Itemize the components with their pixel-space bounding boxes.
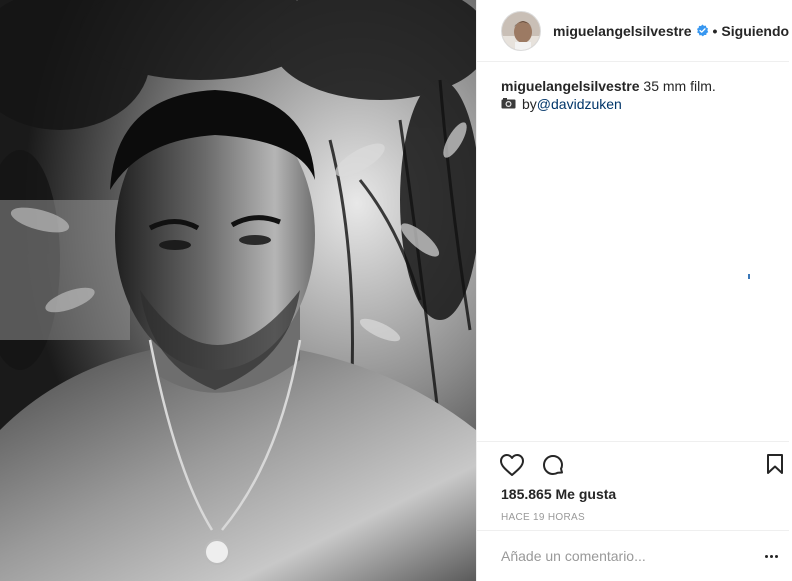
bookmark-icon[interactable] [766, 453, 784, 478]
following-button[interactable]: Siguiendo [721, 23, 789, 39]
more-options-icon[interactable] [765, 555, 778, 558]
comment-icon[interactable] [541, 453, 565, 480]
verified-badge-icon [696, 24, 709, 37]
heart-icon[interactable] [499, 453, 525, 480]
post-actions [477, 441, 789, 487]
camera-icon [501, 95, 516, 113]
avatar[interactable] [501, 10, 541, 51]
post-author-username[interactable]: miguelangelsilvestre [553, 23, 692, 39]
caption-by-text: by [522, 96, 537, 112]
post-photo[interactable] [0, 0, 476, 581]
post-timestamp[interactable]: HACE 19 HORAS [501, 512, 585, 523]
comment-input[interactable] [501, 548, 741, 564]
caption-username[interactable]: miguelangelsilvestre [501, 78, 640, 94]
scroll-indicator [748, 274, 750, 279]
caption-mention-link[interactable]: @davidzuken [537, 95, 622, 113]
like-count[interactable]: 185.865 Me gusta [501, 486, 616, 502]
post-caption: miguelangelsilvestre 35 mm film. by @dav… [501, 77, 771, 113]
caption-credit-line: by @davidzuken [501, 95, 771, 113]
caption-text: 35 mm film. [639, 78, 716, 94]
comment-bar [477, 530, 789, 581]
post-sidebar: miguelangelsilvestre • Siguiendo miguela… [476, 0, 792, 581]
separator-dot: • [712, 22, 718, 39]
post-header: miguelangelsilvestre • Siguiendo [477, 0, 789, 62]
caption-line: miguelangelsilvestre 35 mm film. [501, 77, 771, 95]
